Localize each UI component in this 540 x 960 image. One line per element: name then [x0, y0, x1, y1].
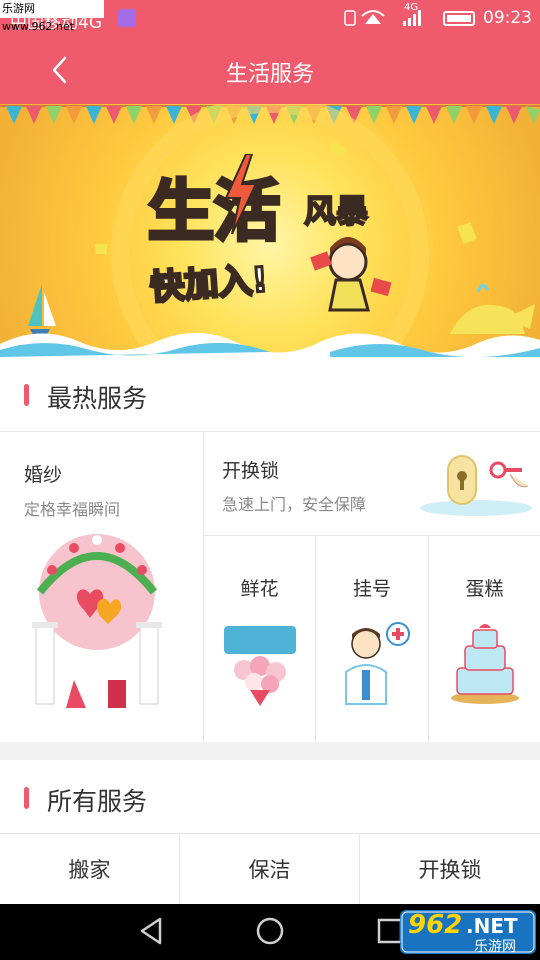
card-title: 挂号: [352, 578, 391, 600]
card-title: 开换锁: [222, 460, 280, 482]
watermark-suffix: .NET: [466, 914, 518, 938]
banner-headline: 生活 风暴: [130, 146, 410, 256]
wedding-arch-icon: [32, 534, 162, 708]
promo-banner[interactable]: 生活 风暴 快加入!: [0, 104, 540, 357]
section-spacer: [0, 742, 540, 760]
banner-headline-secondary: 风暴: [303, 191, 369, 231]
service-item-cleaning[interactable]: 保洁: [180, 834, 359, 904]
card-title: 婚纱: [24, 464, 63, 486]
site-watermark-top: 乐游网 www.962.net: [0, 0, 104, 33]
card-subtitle: 急速上门，安全保障: [222, 495, 367, 514]
banner-headline-main: 生活: [146, 171, 282, 252]
card-title: 鲜花: [240, 578, 279, 600]
watermark-number: 962: [408, 910, 463, 940]
triangle-back-icon[interactable]: [138, 916, 164, 946]
system-status-icons: [343, 8, 435, 32]
network-type-label: 4G: [404, 2, 419, 13]
service-item-locksmith[interactable]: 开换锁: [360, 834, 540, 904]
service-card-wedding[interactable]: 婚纱 定格幸福瞬间: [0, 432, 203, 742]
signal-wifi-icons: [344, 10, 421, 26]
banner-tagline: 快加入!: [147, 258, 270, 309]
service-card-locksmith[interactable]: 开换锁 急速上门，安全保障: [204, 432, 540, 535]
key-lock-icon: [420, 455, 532, 516]
image-notification-icon: [118, 9, 136, 27]
app-header: 生活服务: [0, 36, 540, 104]
whale-icon: [450, 284, 535, 334]
service-card-flowers[interactable]: 鲜花: [204, 536, 315, 742]
cake-icon: [451, 624, 519, 704]
card-title: 蛋糕: [465, 578, 504, 600]
hot-services-title: 最热服务: [47, 384, 148, 413]
hot-services-header: 最热服务: [0, 357, 540, 431]
section-accent-bar: [24, 384, 29, 406]
card-subtitle: 定格幸福瞬间: [24, 500, 121, 519]
clock: 09:23: [483, 8, 532, 28]
sailboat-icon: [28, 284, 56, 336]
watermark-caption: 乐游网: [474, 939, 516, 955]
page-title: 生活服务: [225, 62, 314, 87]
site-watermark-logo: 962 .NET 乐游网: [400, 908, 536, 956]
battery-icon: [443, 11, 475, 26]
section-accent-bar: [24, 787, 29, 809]
service-card-registration[interactable]: 挂号: [316, 536, 428, 742]
bouquet-icon: [224, 626, 296, 706]
doctor-icon: [345, 622, 410, 705]
service-item-moving[interactable]: 搬家: [0, 834, 179, 904]
all-services-title: 所有服务: [47, 787, 148, 816]
lightning-icon: [224, 154, 258, 234]
service-card-cake[interactable]: 蛋糕: [429, 536, 540, 742]
status-bar: 中国移动4G 乐游网 www.962.net 4G 09:23: [0, 0, 540, 36]
circle-home-icon[interactable]: [255, 916, 285, 946]
all-services-header: 所有服务: [0, 760, 540, 834]
